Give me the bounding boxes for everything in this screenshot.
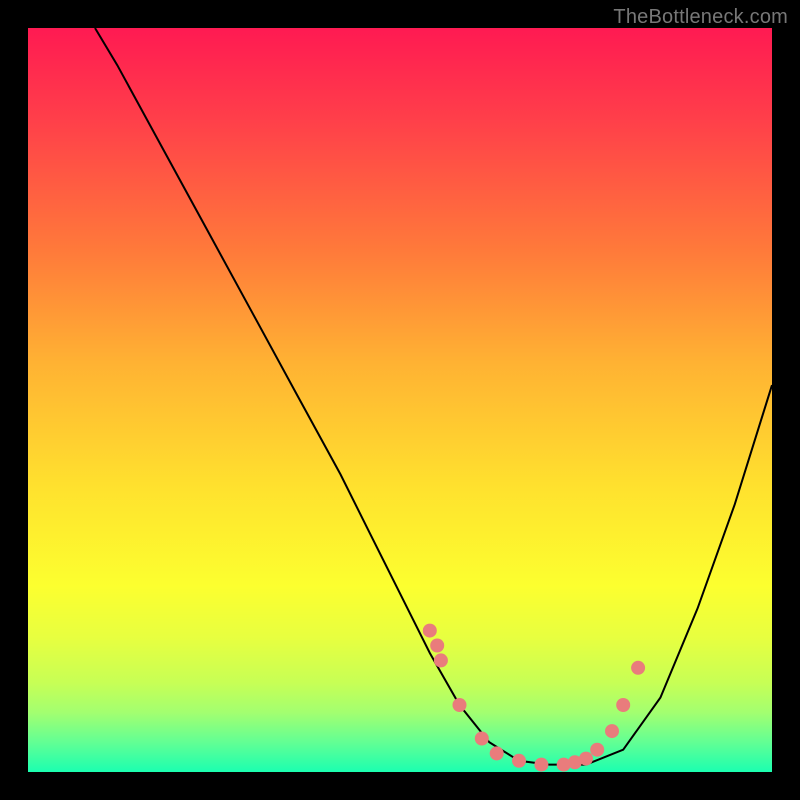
watermark-text: TheBottleneck.com [613,6,788,29]
marker-dot [512,754,526,768]
marker-dot [453,698,467,712]
marker-dot [605,724,619,738]
curve-line [95,28,772,765]
marker-dot [590,743,604,757]
marker-dot [631,661,645,675]
marker-dot [434,653,448,667]
marker-dot [616,698,630,712]
marker-dot [490,746,504,760]
marker-dot [423,624,437,638]
marker-dot [430,639,444,653]
marker-dot [534,758,548,772]
chart-frame [28,28,772,772]
bottleneck-chart [28,28,772,772]
marker-dot [475,732,489,746]
marker-dot [579,752,593,766]
